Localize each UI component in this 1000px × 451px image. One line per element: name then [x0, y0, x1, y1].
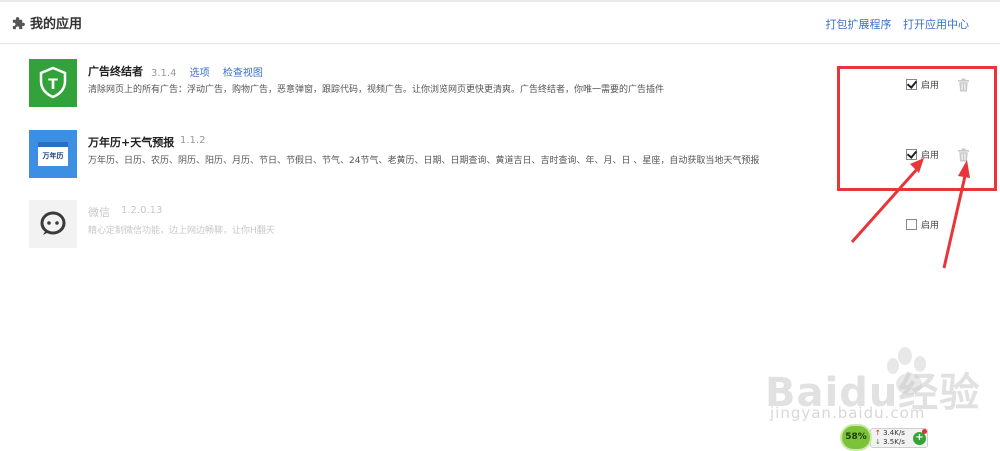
inspect-view-link[interactable]: 检查视图 [223, 68, 263, 79]
annotation-arrows [850, 158, 970, 269]
page-header: 我的应用 打包扩展程序 打开应用中心 [0, 2, 1000, 44]
download-speed: 3.5K/s [883, 438, 905, 446]
app-meta: 1.2.0.13 [121, 205, 162, 216]
watermark-url: jingyan.baidu.com [770, 404, 926, 422]
notification-dot [922, 429, 927, 434]
calendar-icon-label: 万年历 [42, 152, 64, 160]
options-link[interactable]: 选项 [190, 68, 210, 79]
app-meta: 1.1.2 [180, 135, 205, 146]
app-name: 微信 [88, 206, 110, 219]
memory-percent-ball[interactable]: 58% [840, 424, 872, 451]
app-version: 1.1.2 [180, 135, 206, 146]
app-name: 万年历+天气预报 [88, 136, 175, 149]
upload-arrow-icon: ↑ [875, 429, 881, 437]
wechat-chat-icon [29, 200, 77, 248]
page-title: 我的应用 [30, 17, 83, 32]
app-description: 清除网页上的所有广告：浮动广告，购物广告，恶意弹窗，跟踪代码，视频广告。让你浏览… [88, 85, 665, 95]
upload-speed: 3.4K/s [883, 429, 905, 437]
puzzle-icon [12, 17, 25, 30]
app-name: 广告终结者 [88, 65, 143, 78]
open-app-center-link[interactable]: 打开应用中心 [903, 18, 969, 31]
pack-extension-link[interactable]: 打包扩展程序 [826, 18, 892, 31]
app-meta: 3.1.4 选项 检查视图 [151, 64, 263, 79]
svg-text:T: T [48, 77, 58, 93]
shield-t-icon: T [29, 59, 77, 107]
baidu-watermark: Baidu经验 jingyan.baidu.com [765, 344, 995, 424]
app-version: 3.1.4 [151, 68, 177, 79]
app-description: 精心定制微信功能，边上网边畅聊，让你H翻天 [88, 226, 275, 236]
header-links: 打包扩展程序 打开应用中心 [818, 16, 970, 32]
app-description: 万年历、日历、农历、阴历、阳历、月历、节日、节假日、节气、24节气、老黄历、日期… [88, 156, 760, 166]
app-version: 1.2.0.13 [121, 205, 163, 216]
network-speed-widget[interactable]: ↑ 3.4K/s ↓ 3.5K/s 58% + [840, 424, 932, 451]
download-arrow-icon: ↓ [875, 438, 881, 446]
